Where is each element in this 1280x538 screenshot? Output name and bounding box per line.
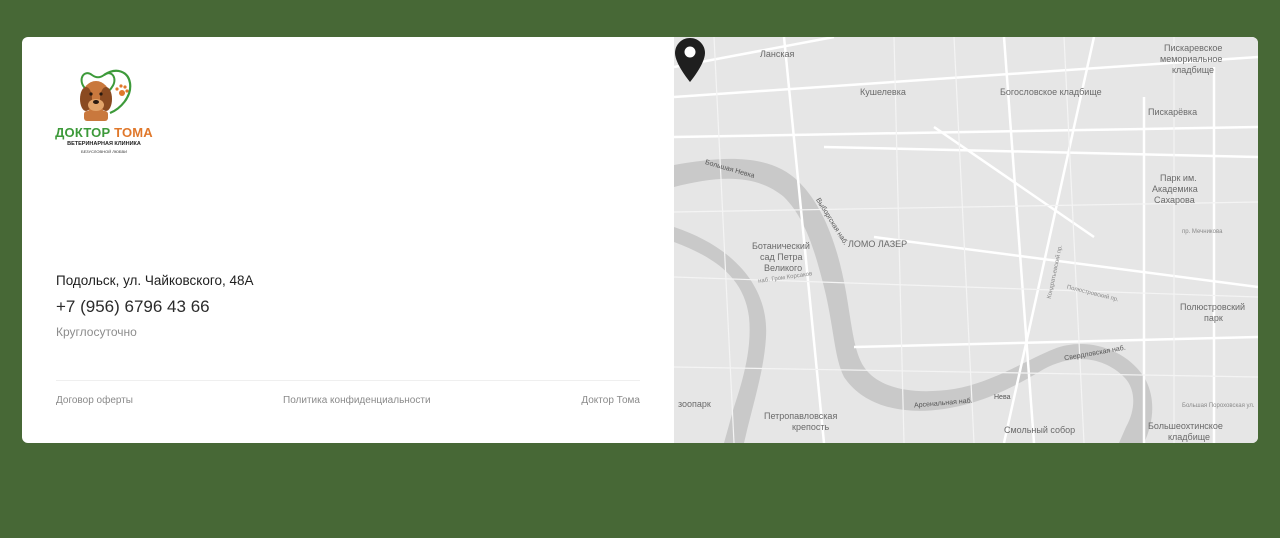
map-label-kushelevka: Кушелевка [860, 87, 906, 97]
contact-card: ДОКТОР ТОМА ВЕТЕРИНАРНАЯ КЛИНИКА БЕЗУСЛО… [22, 37, 1258, 443]
map-label-neva: Нева [994, 394, 1011, 401]
map-label-smolny: Смольный собор [1004, 425, 1076, 435]
map-label-bogoslovskoe: Богословское кладбище [1000, 87, 1102, 97]
working-hours: Круглосуточно [56, 325, 137, 339]
map-label-zoopark: зоопарк [678, 399, 711, 409]
map-label-botanical-1: Ботанический [752, 241, 810, 251]
location-pin-icon[interactable] [674, 37, 706, 83]
footer-divider [56, 380, 640, 381]
logo-subtitle: ВЕТЕРИНАРНАЯ КЛИНИКА [67, 141, 141, 147]
clinic-logo[interactable]: ДОКТОР ТОМА ВЕТЕРИНАРНАЯ КЛИНИКА БЕЗУСЛО… [54, 67, 154, 159]
map-label-petropavlovsk-1: Петропавловская [764, 411, 838, 421]
map-label-polyustrovsky-2: парк [1204, 313, 1223, 323]
map-label-botanical-2: сад Петра [760, 252, 803, 262]
footer-brand-link[interactable]: Доктор Тома [581, 395, 640, 406]
logo-title: ДОКТОР ТОМА [54, 125, 154, 140]
map-label-piskarevskoe-3: кладбище [1172, 65, 1215, 75]
map-label-piskarevskoe-2: мемориальное [1160, 54, 1223, 64]
map-label-petropavlovsk-2: крепость [792, 422, 830, 432]
map-label-lanskaya: Ланская [760, 49, 795, 59]
phone-link[interactable]: +7 (956) 6796 43 66 [56, 297, 210, 317]
contact-info-panel: ДОКТОР ТОМА ВЕТЕРИНАРНАЯ КЛИНИКА БЕЗУСЛО… [22, 37, 674, 443]
map-label-bolsheokhtinskoe-1: Большеохтинское [1148, 421, 1223, 431]
map-label-piskarevskoe-1: Пискаревское [1164, 43, 1223, 53]
location-map[interactable]: Ланская Пискаревское мемориальное кладби… [674, 37, 1258, 443]
map-label-lomo: ЛОМО ЛАЗЕР [848, 239, 908, 249]
map-canvas [674, 37, 1258, 443]
map-label-park-sakharova-2: Академика [1152, 184, 1198, 194]
address-text: Подольск, ул. Чайковского, 48А [56, 273, 254, 288]
map-label-park-sakharova-1: Парк им. [1160, 173, 1197, 183]
offer-agreement-link[interactable]: Договор оферты [56, 395, 133, 406]
logo-title-part2: ТОМА [114, 125, 153, 140]
logo-tagline: БЕЗУСЛОВНОЙ ЛЮБВИ [80, 149, 128, 154]
map-label-bolsheokhtinskoe-2: кладбище [1168, 432, 1211, 442]
logo-title-part1: ДОКТОР [55, 125, 111, 140]
map-label-polyustrovsky-1: Полюстровский [1180, 302, 1246, 312]
privacy-policy-link[interactable]: Политика конфиденциальности [283, 395, 431, 406]
map-label-piskarevka: Пискарёвка [1148, 107, 1198, 117]
map-label-mechnikova: пр. Мечникова [1182, 229, 1223, 235]
map-label-bolshaya-porokhovskaya: Большая Пороховская ул. [1182, 403, 1255, 409]
dog-logo-icon [80, 69, 132, 121]
map-label-park-sakharova-3: Сахарова [1154, 195, 1195, 205]
